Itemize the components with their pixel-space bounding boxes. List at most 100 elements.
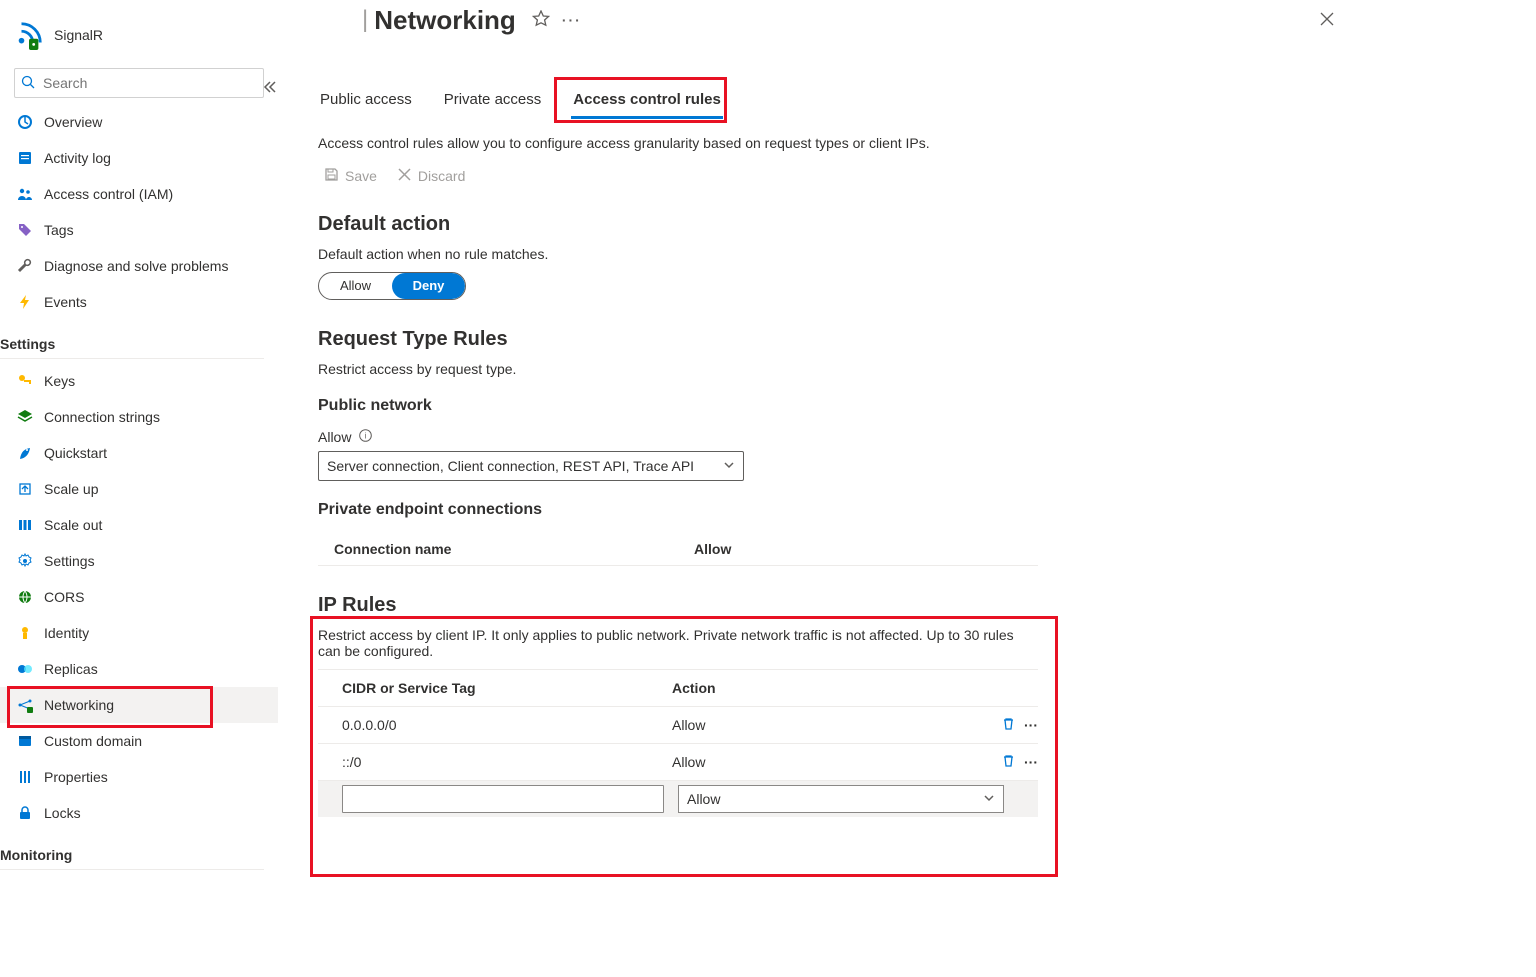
- close-icon[interactable]: [1318, 10, 1336, 31]
- toolbar: Save Discard: [324, 167, 1536, 185]
- sidebar-item-diagnose[interactable]: Diagnose and solve problems: [0, 248, 278, 284]
- sidebar-item-cors[interactable]: CORS: [0, 579, 278, 615]
- pec-col-connection-name: Connection name: [334, 541, 694, 557]
- sidebar-item-label: Keys: [44, 373, 75, 389]
- save-label: Save: [345, 168, 377, 184]
- ip-rule-row: 0.0.0.0/0 Allow ···: [318, 707, 1038, 744]
- request-type-rules-subtext: Restrict access by request type.: [318, 361, 1536, 377]
- sidebar-item-label: Tags: [44, 222, 74, 238]
- sidebar-item-label: Replicas: [44, 661, 98, 677]
- sidebar-item-label: Locks: [44, 805, 81, 821]
- cors-icon: [16, 588, 34, 606]
- delete-icon[interactable]: [1001, 716, 1016, 734]
- tab-public-access[interactable]: Public access: [318, 84, 414, 119]
- quickstart-icon: [16, 444, 34, 462]
- allow-request-types-select[interactable]: Server connection, Client connection, RE…: [318, 451, 744, 481]
- sidebar-item-events[interactable]: Events: [0, 284, 278, 320]
- sidebar-item-label: Properties: [44, 769, 108, 785]
- sidebar-item-properties[interactable]: Properties: [0, 759, 278, 795]
- pec-table-header: Connection name Allow: [318, 533, 1038, 566]
- people-icon: [16, 185, 34, 203]
- sidebar-item-settings[interactable]: Settings: [0, 543, 278, 579]
- ip-rules-table-header: CIDR or Service Tag Action: [318, 670, 1038, 707]
- search-input[interactable]: [14, 68, 264, 98]
- sidebar-section-monitoring: Monitoring: [0, 835, 264, 870]
- sidebar-item-label: Overview: [44, 114, 102, 130]
- favorite-icon[interactable]: [532, 10, 550, 31]
- gear-icon: [16, 552, 34, 570]
- search-field[interactable]: [41, 74, 257, 92]
- toggle-allow[interactable]: Allow: [319, 273, 392, 299]
- sidebar-section-settings: Settings: [0, 324, 264, 359]
- collapse-sidebar-icon[interactable]: [262, 80, 276, 97]
- properties-icon: [16, 768, 34, 786]
- sidebar-item-locks[interactable]: Locks: [0, 795, 278, 831]
- default-action-heading: Default action: [318, 213, 1536, 236]
- key-icon: [16, 372, 34, 390]
- sidebar-item-label: Settings: [44, 553, 95, 569]
- sidebar-nav[interactable]: Overview Activity log Access control (IA…: [0, 104, 278, 977]
- public-network-heading: Public network: [318, 397, 1536, 415]
- sidebar-item-label: Identity: [44, 625, 89, 641]
- info-icon[interactable]: i: [359, 429, 372, 445]
- private-endpoint-heading: Private endpoint connections: [318, 501, 1536, 519]
- save-icon: [324, 167, 339, 185]
- row-more-icon[interactable]: ···: [1024, 717, 1038, 733]
- sidebar-item-iam[interactable]: Access control (IAM): [0, 176, 278, 212]
- ip-rules-subtext: Restrict access by client IP. It only ap…: [318, 627, 1038, 659]
- sidebar-item-custom-domain[interactable]: Custom domain: [0, 723, 278, 759]
- service-name: SignalR: [54, 27, 103, 43]
- service-header: SignalR: [14, 10, 290, 60]
- discard-label: Discard: [418, 168, 465, 184]
- sidebar-item-networking[interactable]: Networking: [0, 687, 278, 723]
- connection-strings-icon: [16, 408, 34, 426]
- default-action-toggle[interactable]: Allow Deny: [318, 272, 466, 300]
- request-type-rules-heading: Request Type Rules: [318, 328, 1536, 351]
- overview-icon: [16, 113, 34, 131]
- tags-icon: [16, 221, 34, 239]
- new-action-select[interactable]: Allow: [678, 785, 1004, 813]
- page-description: Access control rules allow you to config…: [318, 135, 1536, 151]
- sidebar-item-identity[interactable]: Identity: [0, 615, 278, 651]
- allow-label-row: Allow i: [318, 429, 1536, 445]
- tab-bar: Public access Private access Access cont…: [302, 84, 1536, 119]
- lock-icon: [16, 804, 34, 822]
- chevron-down-icon: [983, 791, 995, 807]
- discard-button[interactable]: Discard: [397, 167, 465, 185]
- sidebar-item-scale-up[interactable]: Scale up: [0, 471, 278, 507]
- tab-private-access[interactable]: Private access: [442, 84, 544, 119]
- allow-label: Allow: [318, 429, 351, 445]
- tab-access-control-rules[interactable]: Access control rules: [571, 84, 723, 119]
- sidebar-item-label: Scale out: [44, 517, 102, 533]
- identity-icon: [16, 624, 34, 642]
- sidebar-item-quickstart[interactable]: Quickstart: [0, 435, 278, 471]
- sidebar-item-connection-strings[interactable]: Connection strings: [0, 399, 278, 435]
- sidebar-item-keys[interactable]: Keys: [0, 363, 278, 399]
- sidebar-item-tags[interactable]: Tags: [0, 212, 278, 248]
- save-button[interactable]: Save: [324, 167, 377, 185]
- lightning-icon: [16, 293, 34, 311]
- ip-col-action: Action: [672, 680, 716, 696]
- toggle-deny[interactable]: Deny: [392, 273, 465, 299]
- title-bar: | Networking ···: [302, 0, 1536, 40]
- row-more-icon[interactable]: ···: [1024, 754, 1038, 770]
- sidebar-item-label: Events: [44, 294, 87, 310]
- delete-icon[interactable]: [1001, 753, 1016, 771]
- sidebar-item-scale-out[interactable]: Scale out: [0, 507, 278, 543]
- new-cidr-input[interactable]: [342, 785, 664, 813]
- scale-up-icon: [16, 480, 34, 498]
- sidebar-item-label: Activity log: [44, 150, 111, 166]
- title-separator: |: [362, 6, 368, 34]
- pec-col-allow: Allow: [694, 541, 731, 557]
- more-icon[interactable]: ···: [562, 12, 582, 28]
- sidebar: SignalR Overview Activity log Access con…: [0, 0, 290, 977]
- default-action-subtext: Default action when no rule matches.: [318, 246, 1536, 262]
- ip-rules-heading: IP Rules: [318, 594, 1536, 617]
- sidebar-item-label: Custom domain: [44, 733, 142, 749]
- sidebar-item-overview[interactable]: Overview: [0, 104, 278, 140]
- sidebar-item-replicas[interactable]: Replicas: [0, 651, 278, 687]
- sidebar-item-activity-log[interactable]: Activity log: [0, 140, 278, 176]
- ip-cidr-cell: ::/0: [342, 754, 672, 770]
- page-title: Networking: [374, 5, 516, 36]
- sidebar-item-label: Quickstart: [44, 445, 107, 461]
